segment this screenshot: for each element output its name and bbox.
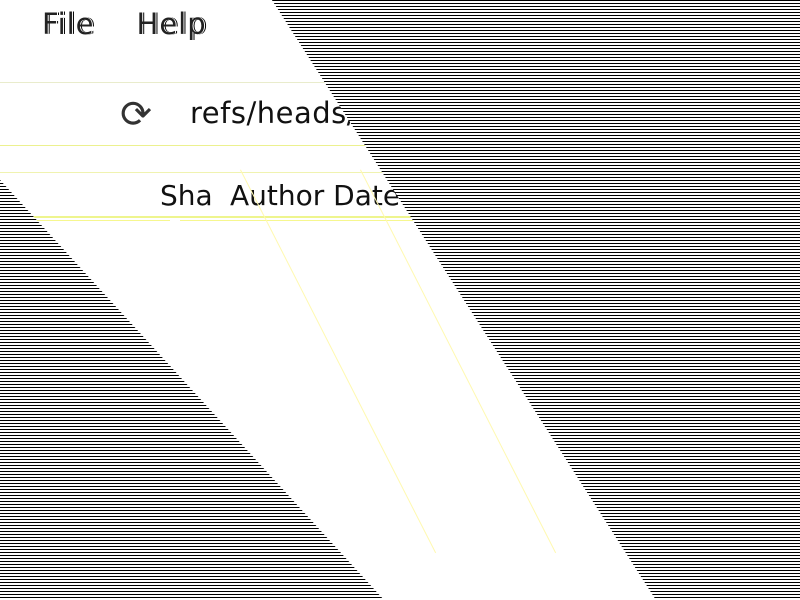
column-header-sha[interactable]: Sha [160, 176, 230, 214]
menu-help[interactable]: Help [137, 7, 207, 41]
refresh-button[interactable]: ⟳ [117, 95, 155, 133]
search-button[interactable]: ⌕ [681, 95, 723, 135]
commit-list[interactable] [0, 220, 656, 600]
row-divider [180, 220, 450, 221]
main-window-area: File Help ⟳ refs/heads/quickstart ⌕ Sha … [0, 0, 723, 600]
menu-file[interactable]: File [42, 7, 95, 41]
ref-input-value: refs/heads/quickstart [190, 96, 508, 130]
row-divider [0, 220, 170, 221]
column-header-commit-date[interactable]: Commit Date [400, 176, 640, 214]
column-header-author-summary[interactable]: Author Summary [650, 176, 656, 214]
menu-bar: File Help [0, 0, 656, 48]
search-icon: ⌕ [692, 95, 712, 135]
refresh-icon: ⟳ [120, 92, 152, 136]
ref-input[interactable]: refs/heads/quickstart [190, 93, 610, 133]
app-window: File Help ⟳ refs/heads/quickstart ⌕ Sha … [0, 0, 800, 600]
column-header-author-date[interactable]: Author Date [230, 176, 400, 214]
